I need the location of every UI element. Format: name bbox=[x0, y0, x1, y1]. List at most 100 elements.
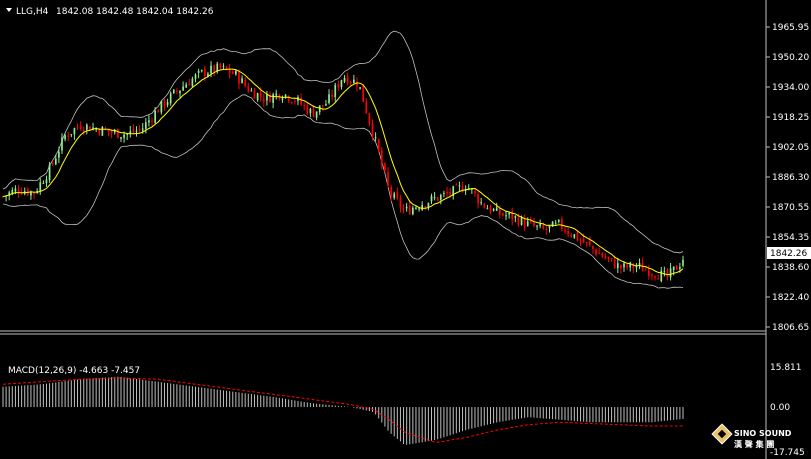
candle-body bbox=[219, 63, 222, 69]
candle-body bbox=[530, 221, 532, 223]
candle-body bbox=[300, 98, 302, 105]
candle-body bbox=[82, 130, 85, 132]
candle-body bbox=[626, 264, 628, 268]
candle-body bbox=[14, 188, 17, 192]
chart-canvas: LLG,H4 1842.08 1842.48 1842.04 1842.26 1… bbox=[0, 0, 811, 459]
symbol-label: LLG,H4 bbox=[16, 7, 49, 17]
candle-body bbox=[160, 100, 163, 113]
candle-body bbox=[480, 202, 483, 204]
candle-body bbox=[309, 108, 312, 114]
candle-body bbox=[303, 104, 306, 106]
candle-body bbox=[325, 104, 327, 106]
candle-body bbox=[312, 109, 315, 117]
candle-body bbox=[64, 135, 66, 140]
candle-body bbox=[353, 79, 355, 83]
macd-label: MACD(12,26,9) -4.663 -7.457 bbox=[8, 366, 140, 376]
candle-body bbox=[362, 85, 365, 102]
candle-body bbox=[415, 207, 417, 209]
candle-body bbox=[502, 213, 504, 216]
ohlc-label: 1842.08 1842.48 1842.04 1842.26 bbox=[56, 7, 214, 17]
candle-body bbox=[613, 259, 616, 269]
candle-body bbox=[70, 134, 73, 136]
macd-tick-label: -17.745 bbox=[770, 448, 805, 458]
candle-body bbox=[607, 256, 610, 259]
candle-body bbox=[436, 197, 439, 201]
candle-body bbox=[492, 209, 495, 211]
candle-body bbox=[48, 164, 51, 181]
candle-body bbox=[421, 205, 424, 210]
candle-body bbox=[682, 259, 684, 266]
candle-body bbox=[191, 78, 194, 87]
price-tick-label: 1838.60 bbox=[772, 263, 809, 273]
candle-body bbox=[185, 84, 188, 88]
candle-body bbox=[85, 124, 88, 130]
candle-body bbox=[433, 197, 436, 199]
symbol-menu-icon[interactable] bbox=[6, 8, 12, 12]
candle-body bbox=[222, 66, 225, 68]
candle-body bbox=[520, 217, 523, 225]
candle-body bbox=[418, 208, 420, 210]
price-tick-label: 1934.00 bbox=[772, 83, 809, 93]
candle-body bbox=[644, 269, 647, 271]
candle-body bbox=[259, 92, 262, 97]
candle-body bbox=[247, 85, 250, 92]
macd-panel: MACD(12,26,9) -4.663 -7.457 15.811 0.00 -1… bbox=[2, 363, 805, 458]
candle-body bbox=[511, 211, 514, 220]
candle-body bbox=[179, 90, 181, 94]
candle-body bbox=[101, 126, 104, 136]
candle-body bbox=[669, 268, 672, 278]
candle-body bbox=[340, 80, 343, 88]
candle-body bbox=[272, 94, 274, 103]
candle-body bbox=[498, 208, 501, 215]
price-tick-label: 1886.30 bbox=[772, 173, 809, 183]
candle-body bbox=[523, 217, 526, 227]
candle-body bbox=[489, 206, 492, 213]
candle-body bbox=[474, 190, 476, 194]
candle-body bbox=[595, 249, 597, 255]
candle-body bbox=[486, 208, 489, 210]
candle-body bbox=[343, 77, 346, 82]
candle-body bbox=[557, 219, 560, 222]
candle-body bbox=[508, 212, 510, 215]
candle-body bbox=[67, 135, 70, 137]
candle-body bbox=[641, 263, 644, 272]
candle-body bbox=[231, 72, 234, 74]
candle-body bbox=[545, 229, 548, 231]
candle-body bbox=[210, 65, 212, 74]
candle-body bbox=[163, 100, 166, 107]
price-tick-label: 1918.25 bbox=[772, 113, 809, 123]
candle-body bbox=[241, 78, 243, 84]
candle-body bbox=[495, 207, 498, 211]
candle-body bbox=[61, 137, 63, 151]
price-tick-label: 1902.05 bbox=[772, 143, 809, 153]
candle-body bbox=[110, 131, 113, 133]
candle-body bbox=[51, 163, 54, 165]
candle-body bbox=[483, 203, 486, 208]
candle-body bbox=[79, 126, 82, 130]
candle-body bbox=[45, 179, 48, 184]
candle-body bbox=[39, 182, 42, 192]
candle-body bbox=[505, 215, 507, 217]
candle-body bbox=[380, 150, 383, 165]
candle-body bbox=[213, 65, 215, 73]
candle-body bbox=[570, 234, 573, 237]
candle-body bbox=[582, 238, 585, 243]
price-tick-label: 1870.55 bbox=[772, 203, 809, 213]
candle-body bbox=[132, 129, 135, 133]
logo-subtext: 漢 聲 集 團 bbox=[734, 439, 774, 449]
candle-body bbox=[449, 191, 451, 195]
candle-body bbox=[266, 94, 268, 101]
candle-body bbox=[458, 185, 461, 187]
candle-body bbox=[365, 101, 368, 114]
candle-body bbox=[396, 191, 399, 199]
price-tick-label: 1854.35 bbox=[772, 233, 809, 243]
candle-body bbox=[657, 278, 660, 280]
candle-body bbox=[517, 216, 520, 226]
bollinger-bands bbox=[2, 30, 684, 289]
candle-body bbox=[172, 89, 175, 93]
candle-body bbox=[564, 230, 566, 232]
candle-body bbox=[235, 70, 237, 75]
bollinger-lower-band bbox=[2, 94, 684, 289]
candle-body bbox=[148, 120, 150, 123]
candle-body bbox=[157, 110, 160, 113]
